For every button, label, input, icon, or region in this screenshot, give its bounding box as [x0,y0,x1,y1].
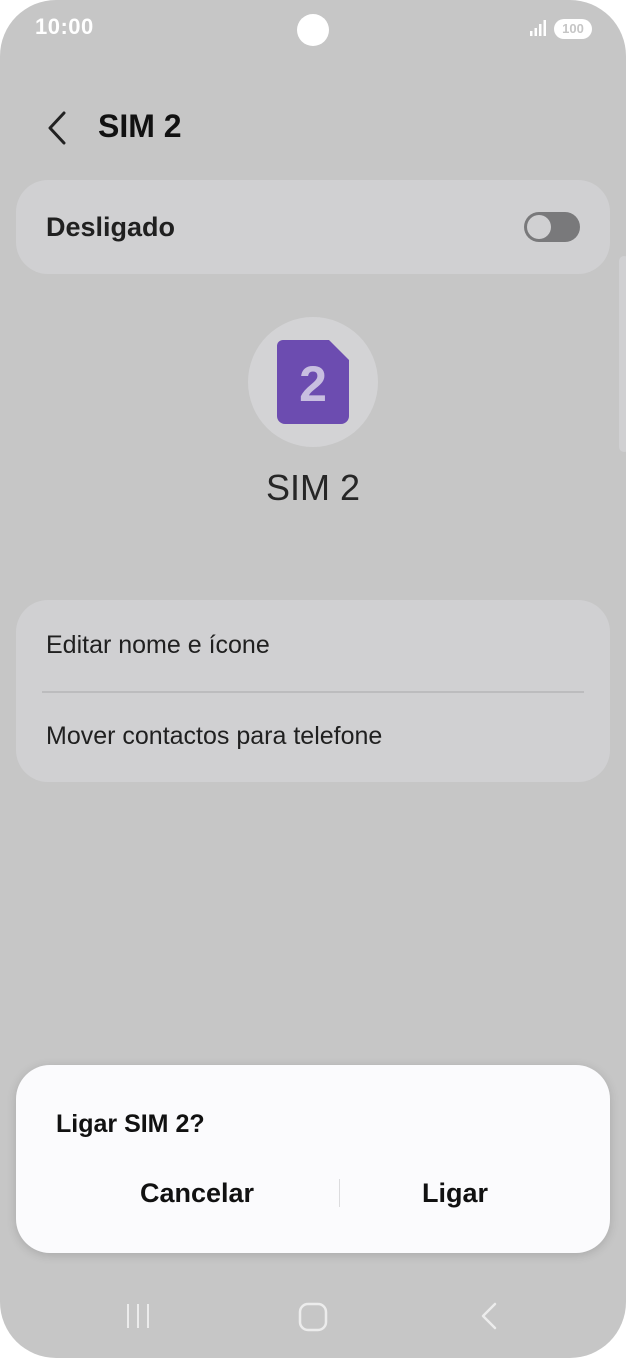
home-icon[interactable] [298,1302,328,1332]
confirm-dialog: Ligar SIM 2? Cancelar Ligar [16,1065,610,1253]
sim-toggle-row[interactable]: Desligado [16,180,610,274]
switch-knob [527,215,551,239]
cancel-button[interactable]: Cancelar [72,1165,322,1221]
back-chevron-icon[interactable] [42,108,72,148]
edit-name-icon-item[interactable]: Editar nome e ícone [16,600,610,691]
signal-icon [530,20,546,36]
sim-card-icon: 2 [277,340,349,424]
back-icon[interactable] [478,1301,500,1331]
options-card: Editar nome e ícone Mover contactos para… [16,600,610,782]
recents-icon[interactable] [124,1302,152,1330]
sim-name: SIM 2 [265,467,361,508]
status-time: 10:00 [35,14,94,39]
sim-number: 2 [299,356,327,412]
dialog-title: Ligar SIM 2? [56,1110,205,1138]
page-title: SIM 2 [98,108,182,144]
scroll-indicator [619,256,626,452]
move-contacts-item[interactable]: Mover contactos para telefone [16,691,610,782]
battery-icon: 100 [554,19,592,39]
confirm-button[interactable]: Ligar [330,1165,580,1221]
sim-switch[interactable] [524,212,580,242]
phone-screen: 10:00 100 SIM 2 Desligado 2 SIM 2 Editar… [0,0,626,1358]
option-label: Editar nome e ícone [46,631,270,659]
toggle-label: Desligado [46,212,176,242]
option-label: Mover contactos para telefone [46,722,383,750]
camera-cutout [297,14,329,46]
